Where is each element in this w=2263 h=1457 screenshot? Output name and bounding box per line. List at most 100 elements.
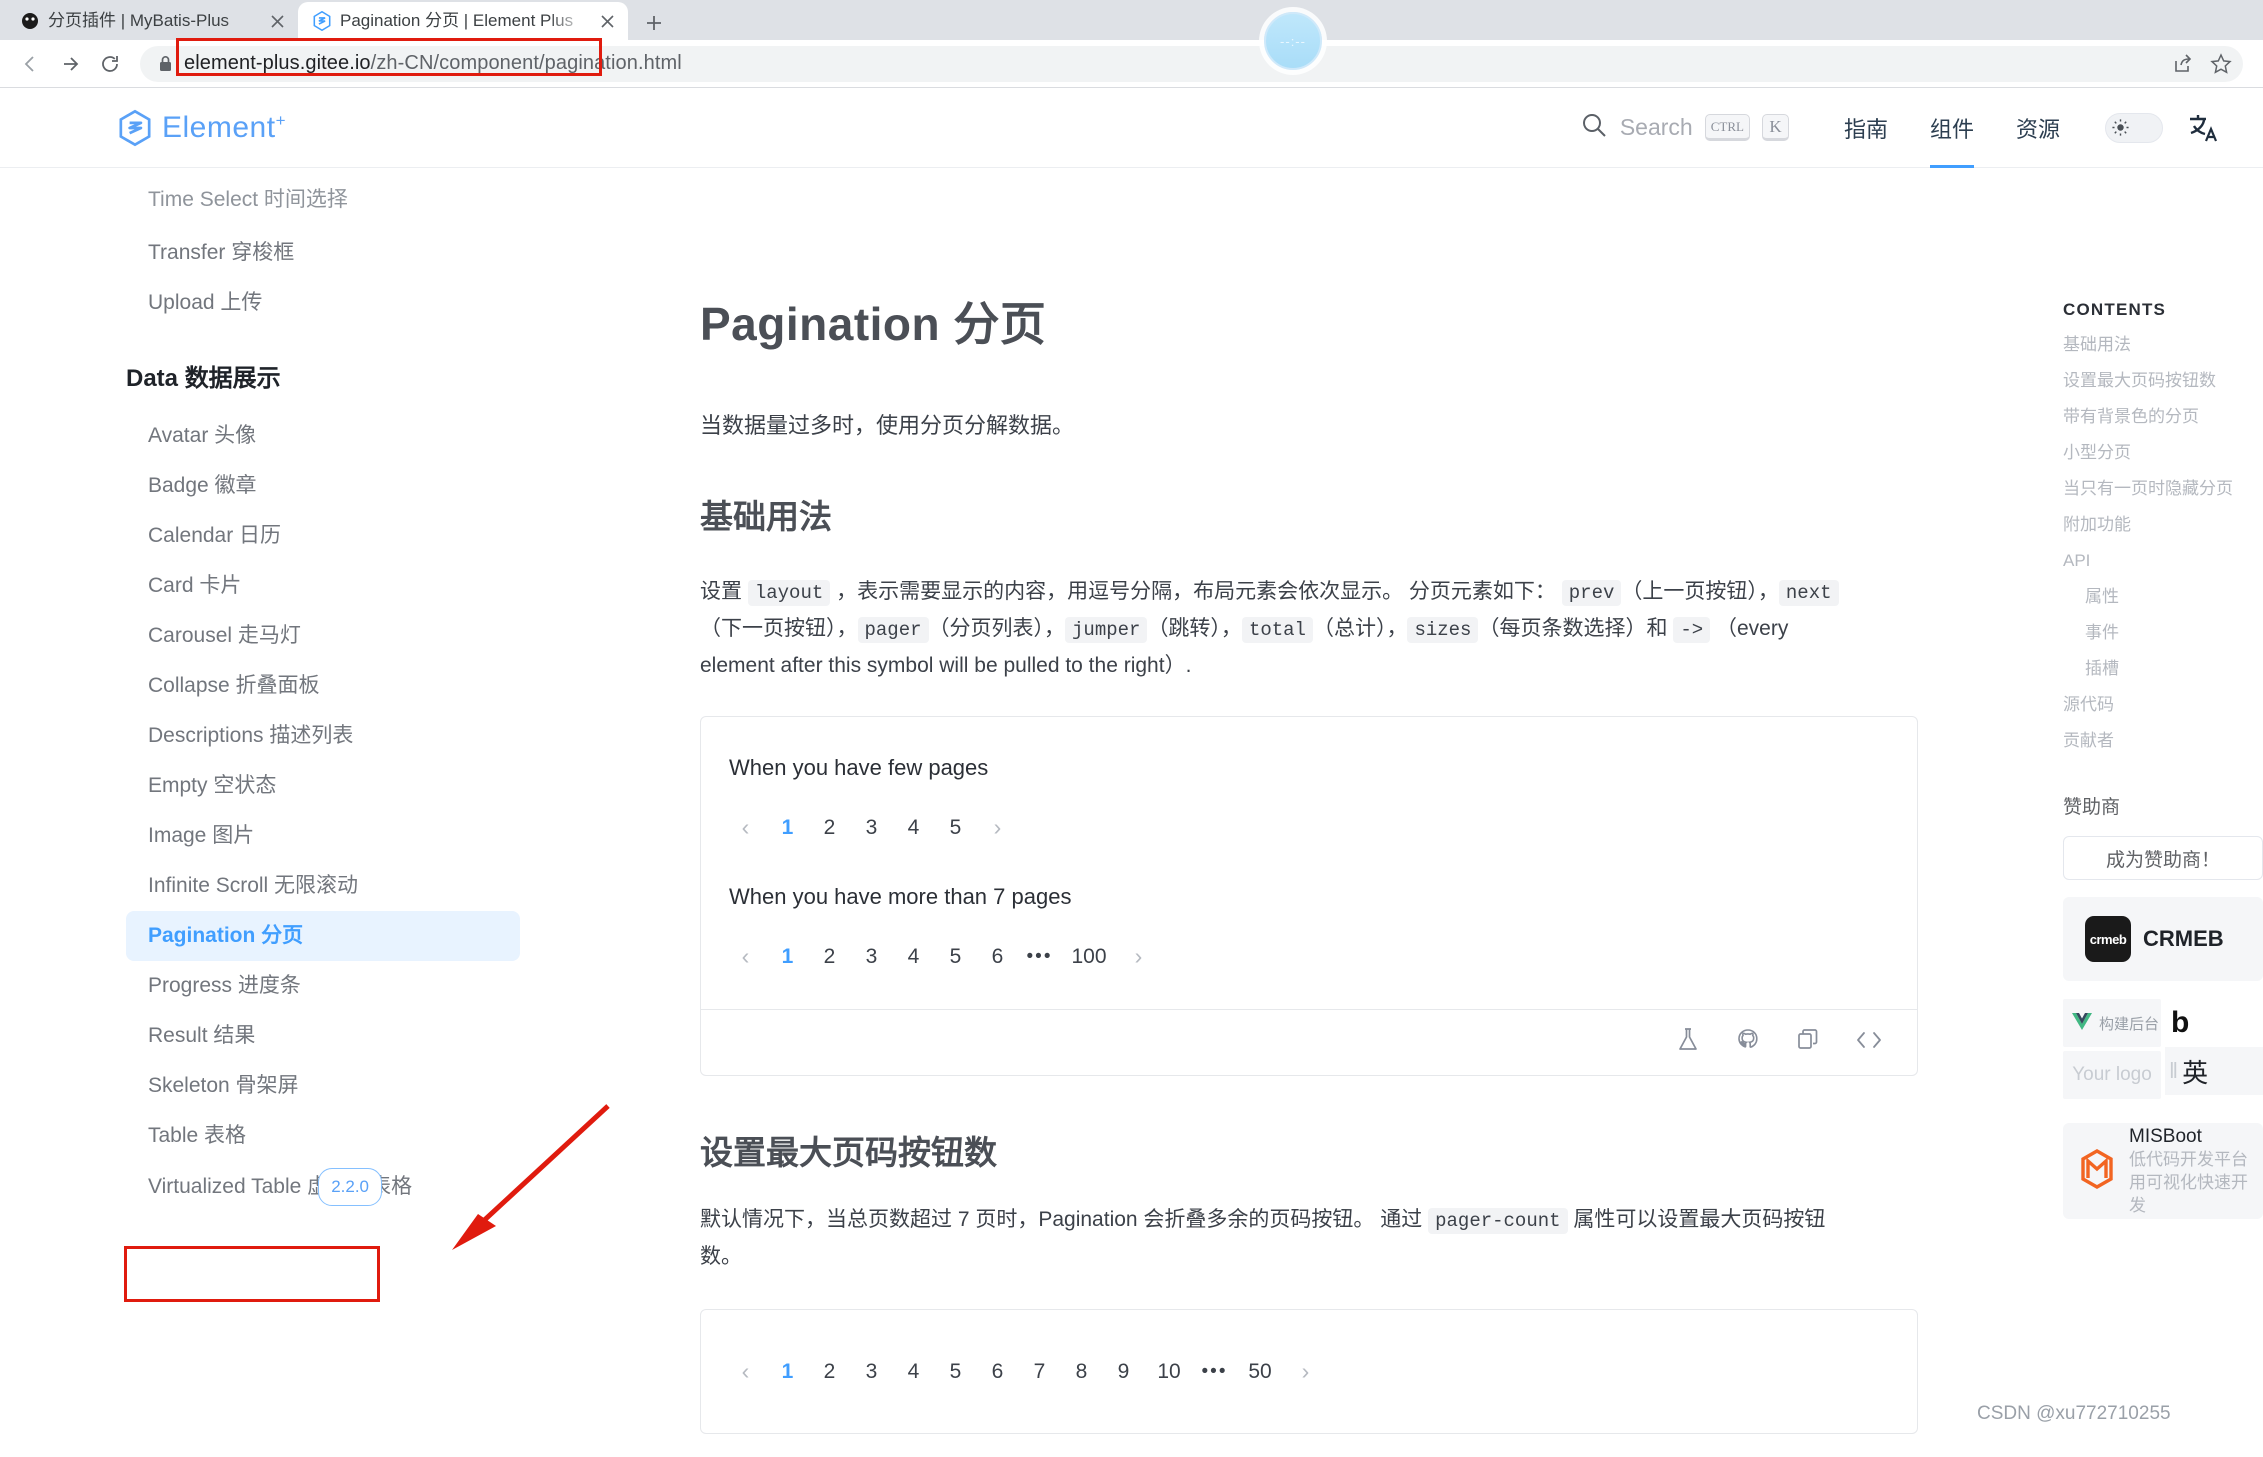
pagination-page[interactable]: 50 bbox=[1240, 1355, 1280, 1388]
sidebar-item-carousel[interactable]: Carousel 走马灯 bbox=[0, 611, 620, 661]
back-button[interactable] bbox=[12, 46, 48, 82]
close-icon[interactable] bbox=[266, 10, 288, 32]
browser-toolbar: element-plus.gitee.io/zh-CN/component/pa… bbox=[0, 12, 2263, 88]
pagination-page[interactable]: 1 bbox=[771, 811, 804, 844]
pagination-page[interactable]: 2 bbox=[813, 811, 846, 844]
reload-button[interactable] bbox=[92, 46, 128, 82]
github-icon[interactable] bbox=[1735, 1027, 1761, 1058]
sponsor-bilibili[interactable]: b bbox=[2165, 999, 2263, 1047]
sidebar-item-transfer[interactable]: Transfer 穿梭框 bbox=[0, 228, 620, 278]
sidebar-item-empty[interactable]: Empty 空状态 bbox=[0, 761, 620, 811]
toc-item-api[interactable]: API bbox=[2063, 550, 2263, 572]
sponsor-vue-admin[interactable]: 构建后台 bbox=[2063, 999, 2161, 1047]
pagination-page[interactable]: 6 bbox=[981, 1355, 1014, 1388]
sidebar-item-pagination[interactable]: Pagination 分页 bbox=[126, 911, 520, 961]
sponsor-col-right: b ‖ 英 bbox=[2165, 999, 2263, 1103]
browser-window: 分页插件 | MyBatis-Plus Pagination 分页 | Elem… bbox=[0, 0, 2263, 1457]
browser-tab-2[interactable]: Pagination 分页 | Element Plus bbox=[298, 2, 628, 40]
toc-item-extras[interactable]: 附加功能 bbox=[2063, 514, 2263, 536]
pagination-page[interactable]: 2 bbox=[813, 1355, 846, 1388]
new-tab-button[interactable] bbox=[634, 6, 674, 40]
sidebar-item-avatar[interactable]: Avatar 头像 bbox=[0, 411, 620, 461]
toc-item-contributors[interactable]: 贡献者 bbox=[2063, 730, 2263, 752]
pagination-page[interactable]: 5 bbox=[939, 811, 972, 844]
language-switch-icon[interactable] bbox=[2183, 108, 2223, 148]
misboot-logo-icon bbox=[2075, 1147, 2119, 1196]
page-lede: 当数据量过多时，使用分页分解数据。 bbox=[700, 413, 1075, 438]
sidebar-item-calendar[interactable]: Calendar 日历 bbox=[0, 511, 620, 561]
close-icon[interactable] bbox=[596, 10, 618, 32]
bookmark-star-icon[interactable] bbox=[2203, 46, 2239, 82]
share-icon[interactable] bbox=[2165, 46, 2201, 82]
pagination-prev-icon[interactable]: ‹ bbox=[729, 811, 762, 844]
sidebar-item-upload[interactable]: Upload 上传 bbox=[0, 278, 620, 328]
pagination-page[interactable]: 6 bbox=[981, 940, 1014, 973]
toc-item-basic[interactable]: 基础用法 bbox=[2063, 334, 2263, 356]
address-bar[interactable]: element-plus.gitee.io/zh-CN/component/pa… bbox=[140, 37, 2243, 82]
toc-item-background[interactable]: 带有背景色的分页 bbox=[2063, 406, 2263, 428]
sponsor-misboot[interactable]: MISBoot 低代码开发平台 用可视化快速开发 bbox=[2063, 1123, 2263, 1219]
pagination-prev-icon[interactable]: ‹ bbox=[729, 1355, 762, 1388]
nav-guide[interactable]: 指南 bbox=[1823, 88, 1909, 168]
toc-item-slots[interactable]: 插槽 bbox=[2063, 658, 2263, 680]
pagination-page[interactable]: 3 bbox=[855, 811, 888, 844]
pagination-page[interactable]: 9 bbox=[1107, 1355, 1140, 1388]
brand-logo[interactable]: Element+ bbox=[118, 109, 286, 147]
code-icon[interactable] bbox=[1855, 1027, 1883, 1058]
url-field[interactable]: element-plus.gitee.io/zh-CN/component/pa… bbox=[176, 37, 2151, 82]
sidebar-item-collapse[interactable]: Collapse 折叠面板 bbox=[0, 661, 620, 711]
pagination-next-icon[interactable]: › bbox=[981, 811, 1014, 844]
toc-item-source[interactable]: 源代码 bbox=[2063, 694, 2263, 716]
sidebar-item-result[interactable]: Result 结果 bbox=[0, 1011, 620, 1061]
browser-tab-1[interactable]: 分页插件 | MyBatis-Plus bbox=[6, 2, 298, 40]
sidebar-item-badge[interactable]: Badge 徽章 bbox=[0, 461, 620, 511]
pagination-page[interactable]: 100 bbox=[1065, 940, 1113, 973]
demo-body: ‹ 1 2 3 4 5 6 7 8 9 10 ••• 50 › bbox=[701, 1310, 1917, 1433]
toc-item-attributes[interactable]: 属性 bbox=[2063, 586, 2263, 608]
sidebar-item-time-select[interactable]: Time Select 时间选择 bbox=[0, 184, 620, 228]
toc-item-small[interactable]: 小型分页 bbox=[2063, 442, 2263, 464]
pagination-ellipsis[interactable]: ••• bbox=[1198, 1355, 1231, 1388]
pagination-page[interactable]: 8 bbox=[1065, 1355, 1098, 1388]
flask-icon[interactable] bbox=[1675, 1027, 1701, 1058]
pagination-ellipsis[interactable]: ••• bbox=[1023, 940, 1056, 973]
toc-item-events[interactable]: 事件 bbox=[2063, 622, 2263, 644]
sidebar-item-virtualized-table[interactable]: Virtualized Table 虚拟化表格 2.2.0 bbox=[0, 1161, 620, 1213]
sidebar-item-infinite-scroll[interactable]: Infinite Scroll 无限滚动 bbox=[0, 861, 620, 911]
pagination-page[interactable]: 5 bbox=[939, 1355, 972, 1388]
site-header: Element+ Search CTRL K 指南 组件 资源 bbox=[0, 88, 2263, 168]
nav-components[interactable]: 组件 bbox=[1909, 88, 1995, 168]
sidebar-item-table[interactable]: Table 表格 bbox=[0, 1111, 620, 1161]
become-sponsor-button[interactable]: 成为赞助商！ bbox=[2063, 836, 2263, 880]
sidebar-item-descriptions[interactable]: Descriptions 描述列表 bbox=[0, 711, 620, 761]
sidebar-item-progress[interactable]: Progress 进度条 bbox=[0, 961, 620, 1011]
pagination-next-icon[interactable]: › bbox=[1122, 940, 1155, 973]
pagination-page[interactable]: 4 bbox=[897, 811, 930, 844]
sidebar-item-card[interactable]: Card 卡片 bbox=[0, 561, 620, 611]
pagination-page[interactable]: 3 bbox=[855, 1355, 888, 1388]
clock-bubble-overlay: --:-- bbox=[1264, 12, 1322, 70]
sponsor-your-logo[interactable]: Your logo bbox=[2063, 1051, 2161, 1099]
pagination-page[interactable]: 5 bbox=[939, 940, 972, 973]
forward-button[interactable] bbox=[52, 46, 88, 82]
toc-item-pager-count[interactable]: 设置最大页码按钮数 bbox=[2063, 370, 2263, 392]
pagination-page[interactable]: 10 bbox=[1149, 1355, 1189, 1388]
sidebar-item-skeleton[interactable]: Skeleton 骨架屏 bbox=[0, 1061, 620, 1111]
sponsor-ying[interactable]: ‖ 英 bbox=[2165, 1047, 2263, 1095]
copy-icon[interactable] bbox=[1795, 1027, 1821, 1058]
pagination-page[interactable]: 4 bbox=[897, 940, 930, 973]
sponsor-crmeb[interactable]: crmeb CRMEB bbox=[2063, 897, 2263, 981]
nav-resources[interactable]: 资源 bbox=[1995, 88, 2081, 168]
sidebar-item-image[interactable]: Image 图片 bbox=[0, 811, 620, 861]
pagination-page[interactable]: 7 bbox=[1023, 1355, 1056, 1388]
pagination-next-icon[interactable]: › bbox=[1289, 1355, 1322, 1388]
toc-item-hide-single[interactable]: 当只有一页时隐藏分页 bbox=[2063, 478, 2263, 500]
search-button[interactable]: Search CTRL K bbox=[1580, 111, 1823, 144]
theme-toggle[interactable] bbox=[2105, 112, 2163, 143]
pagination-page[interactable]: 4 bbox=[897, 1355, 930, 1388]
pagination-page[interactable]: 1 bbox=[771, 940, 804, 973]
pagination-page[interactable]: 1 bbox=[771, 1355, 804, 1388]
pagination-page[interactable]: 2 bbox=[813, 940, 846, 973]
pagination-prev-icon[interactable]: ‹ bbox=[729, 940, 762, 973]
pagination-page[interactable]: 3 bbox=[855, 940, 888, 973]
